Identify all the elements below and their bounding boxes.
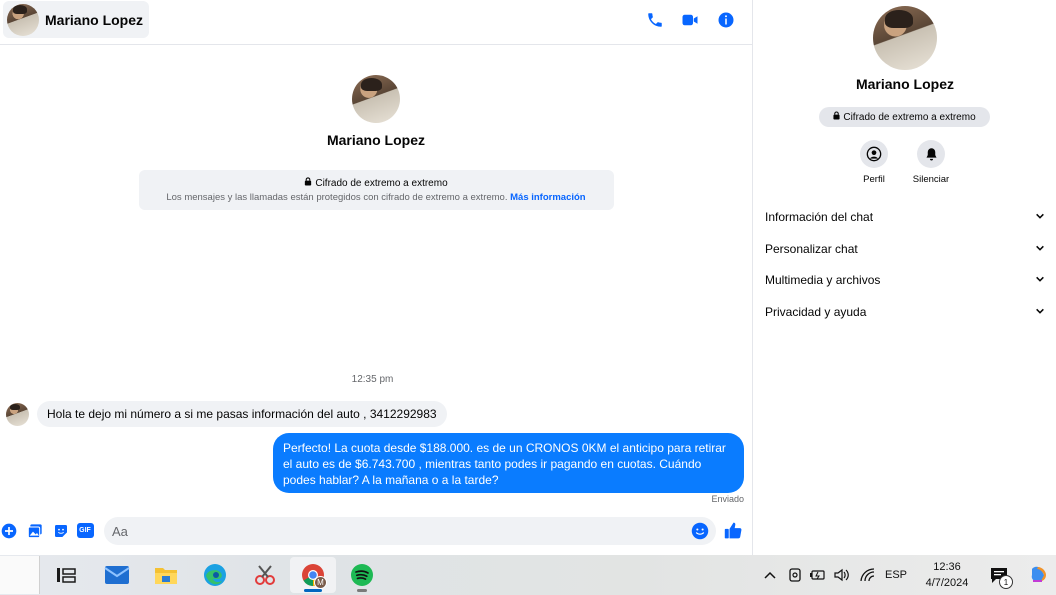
section-privacy-help[interactable]: Privacidad y ayuda (765, 302, 1045, 322)
sticker-icon[interactable] (52, 522, 69, 539)
chat-details-panel: Mariano Lopez Cifrado de extremo a extre… (752, 0, 1056, 555)
panel-contact-name: Mariano Lopez (855, 76, 954, 92)
clock-date: 4/7/2024 (925, 577, 969, 589)
battery-icon[interactable] (808, 555, 828, 595)
language-indicator[interactable]: ESP (882, 555, 910, 595)
taskbar-blank-area[interactable] (0, 556, 40, 594)
contact-header-button[interactable]: Mariano Lopez (3, 1, 150, 38)
clock-time: 12:36 (933, 561, 961, 573)
video-call-icon[interactable] (679, 9, 701, 31)
file-explorer-icon[interactable] (143, 557, 189, 593)
emoji-icon[interactable] (691, 522, 709, 540)
chevron-down-icon (1035, 273, 1045, 287)
profile-icon (860, 140, 888, 168)
gif-icon[interactable]: GIF (76, 522, 94, 539)
more-info-link[interactable]: Más información (510, 192, 586, 203)
contact-avatar (7, 3, 39, 36)
message-timestamp: 12:35 pm (351, 374, 394, 385)
intro-name: Mariano Lopez (326, 132, 425, 148)
contact-name: Mariano Lopez (45, 11, 144, 28)
section-customize-chat[interactable]: Personalizar chat (765, 239, 1045, 259)
chevron-down-icon (1035, 305, 1045, 319)
wifi-icon[interactable] (858, 555, 878, 595)
volume-icon[interactable] (832, 555, 852, 595)
phone-call-icon[interactable] (644, 9, 666, 31)
lock-icon (304, 177, 312, 189)
e2e-notice: Cifrado de extremo a extremo Los mensaje… (138, 170, 614, 210)
show-hidden-icons-chevron-icon[interactable] (760, 555, 780, 595)
message-input[interactable] (104, 517, 664, 545)
composer: GIF (0, 515, 752, 547)
chat-header: Mariano Lopez (0, 0, 752, 45)
profile-button[interactable]: Perfil (844, 140, 904, 185)
plus-icon[interactable] (0, 522, 17, 539)
mail-icon[interactable] (94, 557, 140, 593)
gallery-icon[interactable] (26, 522, 43, 539)
taskbar: M ESP 12:36 4/7/2024 1 (0, 555, 1056, 595)
chevron-down-icon (1035, 210, 1045, 224)
chrome-profile-badge: M (314, 576, 327, 589)
sender-avatar[interactable] (6, 402, 29, 426)
outgoing-bubble[interactable]: Perfecto! La cuota desde $188.000. es de… (273, 433, 744, 493)
conversation-intro: Mariano Lopez Cifrado de extremo a extre… (0, 75, 752, 210)
chrome-browser-icon[interactable]: M (290, 557, 336, 593)
copilot-icon[interactable] (1026, 555, 1052, 595)
clock[interactable]: 12:36 4/7/2024 (914, 559, 980, 591)
mute-button[interactable]: Silenciar (901, 140, 961, 185)
bell-icon (917, 140, 945, 168)
spotify-icon[interactable] (339, 557, 385, 593)
intro-avatar (352, 75, 400, 123)
task-view-icon[interactable] (43, 557, 89, 593)
incoming-bubble[interactable]: Hola te dejo mi número a si me pasas inf… (37, 401, 447, 427)
incoming-message: Hola te dejo mi número a si me pasas inf… (6, 401, 447, 427)
chevron-down-icon (1035, 242, 1045, 256)
sent-status: Enviado (711, 494, 744, 504)
info-icon[interactable] (715, 9, 737, 31)
e2e-description: Los mensajes y las llamadas están proteg… (166, 192, 508, 203)
e2e-badge: Cifrado de extremo a extremo (819, 107, 990, 127)
message-input-wrapper (104, 517, 716, 545)
section-chat-info[interactable]: Información del chat (765, 207, 1045, 227)
thumbs-up-icon[interactable] (724, 521, 743, 540)
panel-avatar (873, 6, 937, 70)
e2e-title: Cifrado de extremo a extremo (315, 177, 448, 189)
device-icon[interactable] (786, 555, 804, 595)
section-media-files[interactable]: Multimedia y archivos (765, 270, 1045, 290)
edge-browser-icon[interactable] (192, 557, 238, 593)
notifications-icon[interactable]: 1 (987, 555, 1013, 595)
snipping-tool-icon[interactable] (242, 557, 288, 593)
chat-window: Mariano Lopez Mariano Lopez Cifrado de e… (0, 0, 752, 555)
notification-count-badge: 1 (999, 575, 1013, 589)
lock-icon (833, 111, 840, 123)
